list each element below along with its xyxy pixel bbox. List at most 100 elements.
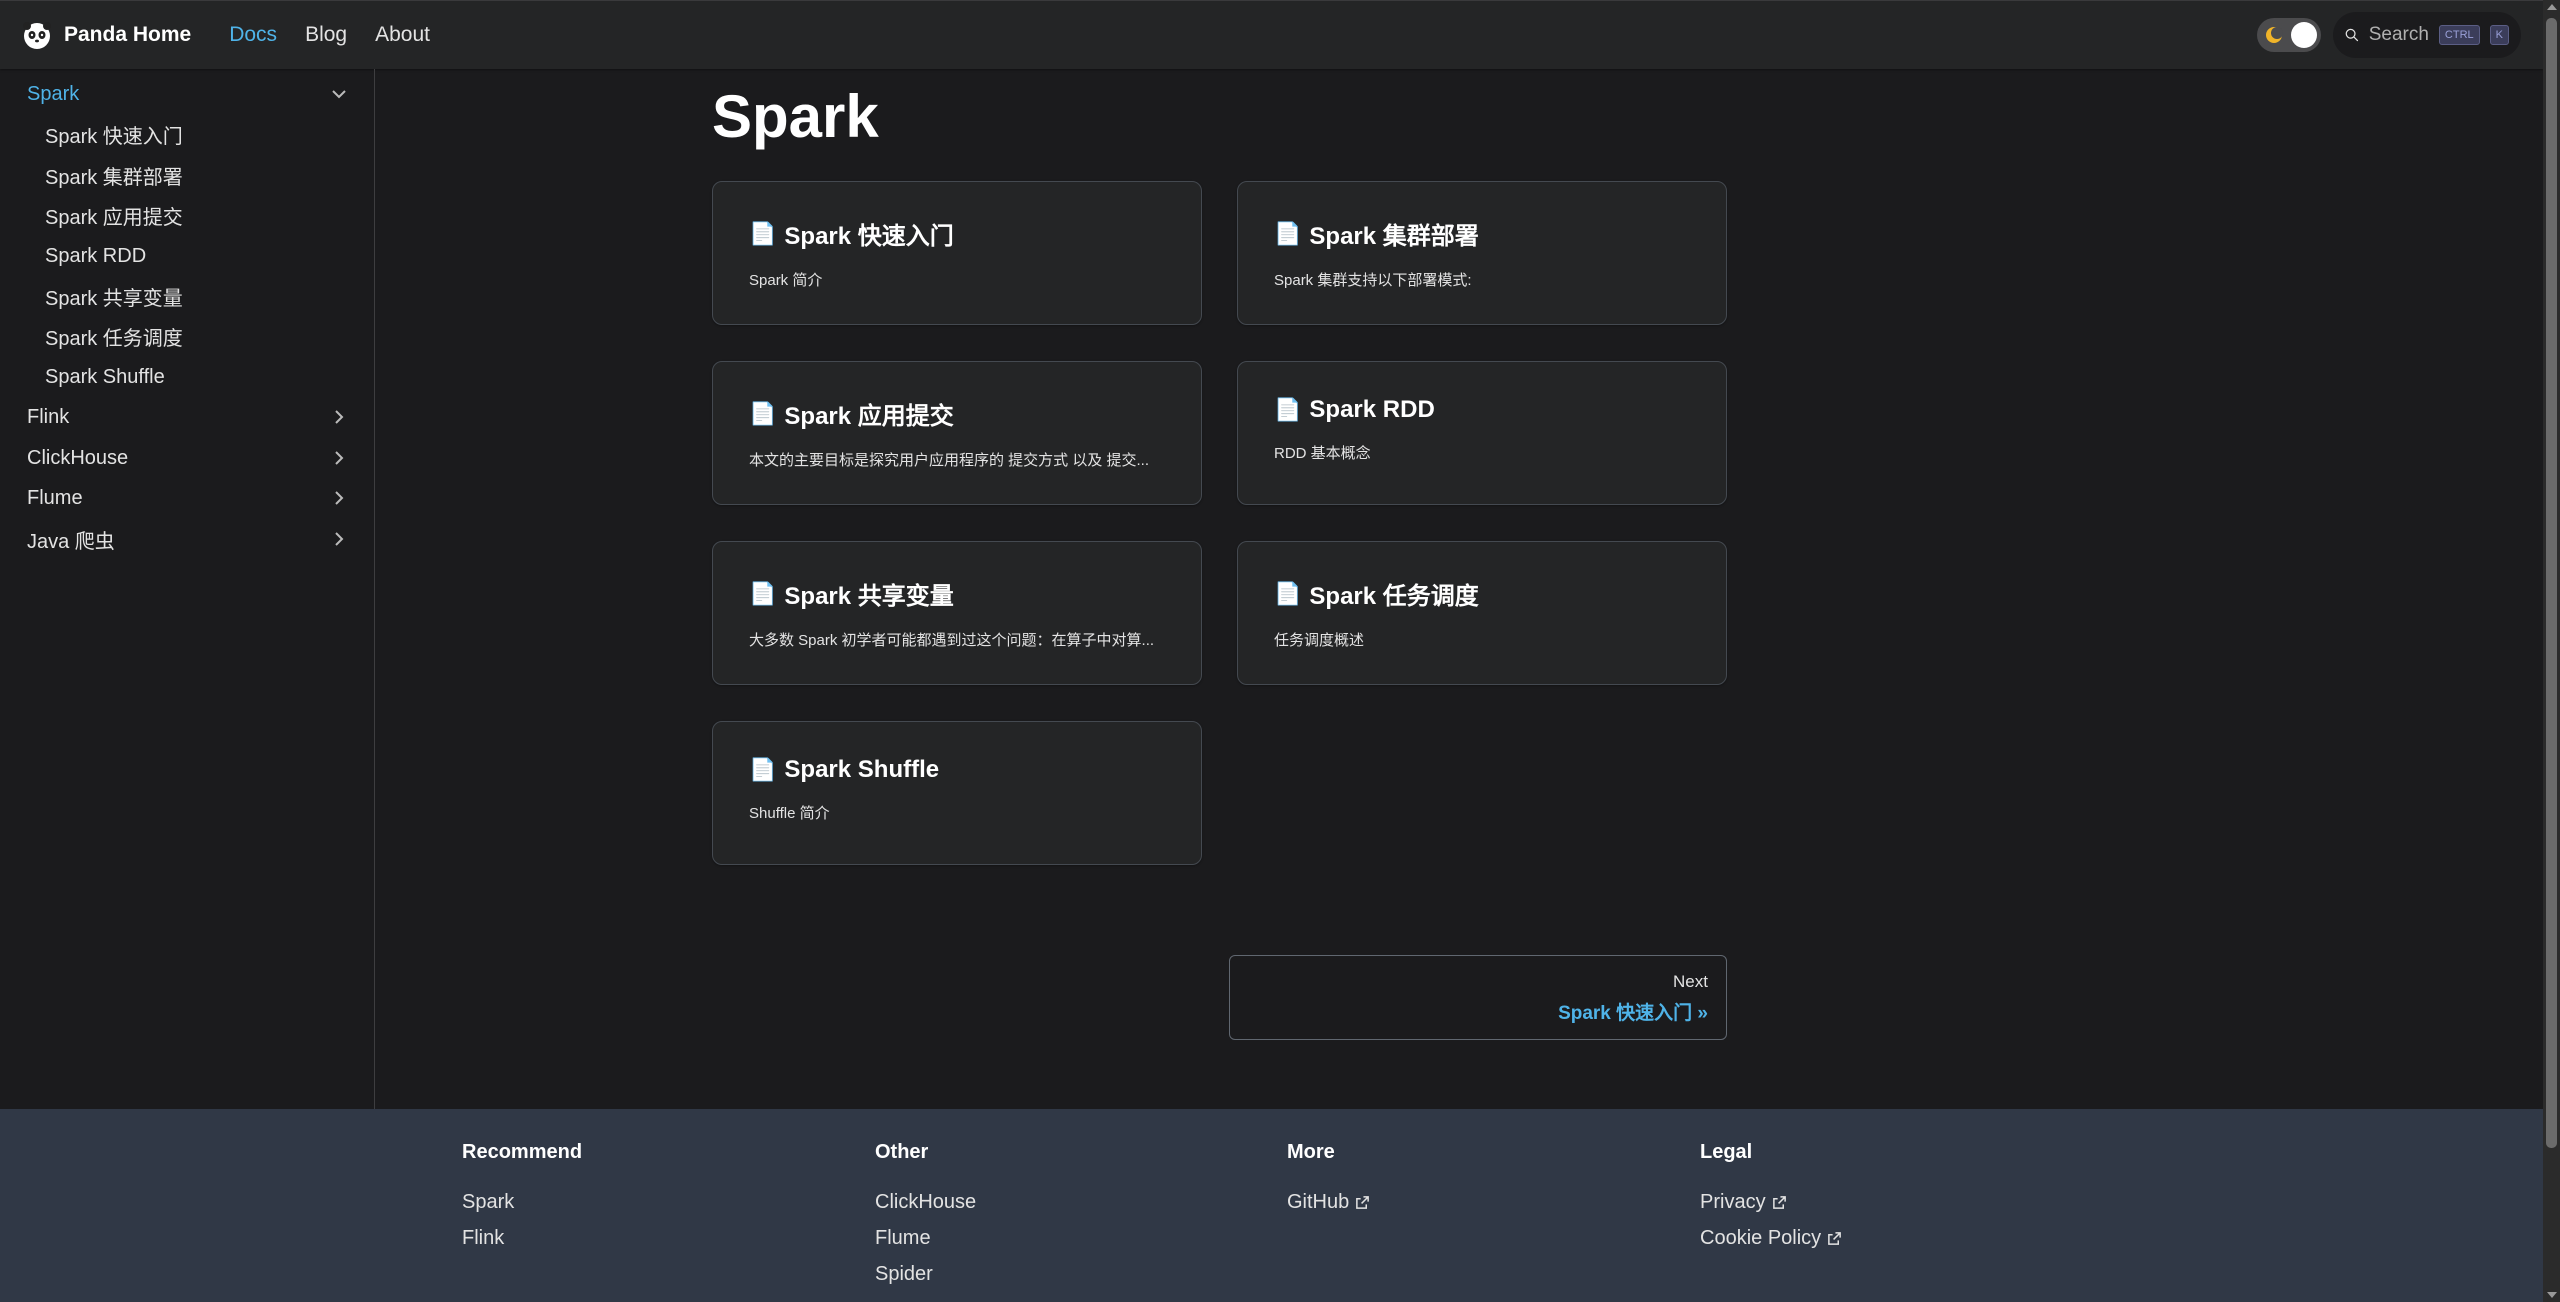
footer-link-spark[interactable]: Spark — [462, 1184, 582, 1220]
scrollbar-thumb[interactable] — [2546, 18, 2557, 1148]
sidebar-item-spark-shared-vars[interactable]: Spark 共享变量 — [45, 277, 367, 315]
toggle-knob — [2291, 22, 2317, 48]
card-title: 📄 Spark 应用提交 — [749, 396, 1165, 431]
document-icon: 📄 — [749, 580, 777, 606]
document-icon: 📄 — [1274, 397, 1302, 422]
document-icon: 📄 — [1274, 220, 1302, 246]
footer-column-recommend: Recommend Spark Flink — [462, 1141, 582, 1256]
search-button[interactable]: Search CTRL K — [2333, 12, 2521, 58]
sidebar-item-label: Spark 快速入门 — [45, 125, 183, 148]
doc-card-spark-submit[interactable]: 📄 Spark 应用提交 本文的主要目标是探究用户应用程序的 提交方式 以及 提交… — [712, 361, 1202, 505]
card-description: 大多数 Spark 初学者可能都遇到过这个问题：在算子中对算... — [749, 632, 1155, 649]
card-description: 本文的主要目标是探究用户应用程序的 提交方式 以及 提交... — [749, 452, 1150, 469]
chevron-down-icon[interactable] — [329, 84, 349, 104]
scroll-up-icon[interactable] — [2547, 4, 2557, 10]
sidebar-item-java-spider[interactable]: Java 爬虫 — [27, 520, 349, 558]
card-title-text: Spark 共享变量 — [784, 583, 954, 610]
document-icon: 📄 — [749, 400, 777, 426]
card-description: 任务调度概述 — [1274, 632, 1365, 649]
document-icon: 📄 — [1274, 580, 1302, 606]
sidebar-item-label: Spark 任务调度 — [45, 327, 183, 350]
footer-link-label: Cookie Policy — [1700, 1226, 1822, 1249]
card-description: Shuffle 简介 — [749, 805, 830, 822]
sidebar-item-label: Flume — [27, 486, 83, 509]
sidebar-item-label: Spark 共享变量 — [45, 287, 183, 310]
sidebar-item-clickhouse[interactable]: ClickHouse — [27, 439, 349, 477]
footer-link-flink[interactable]: Flink — [462, 1220, 582, 1256]
document-icon: 📄 — [749, 220, 777, 246]
doc-card-spark-shared-vars[interactable]: 📄 Spark 共享变量 大多数 Spark 初学者可能都遇到过这个问题：在算子中… — [712, 541, 1202, 685]
sidebar-item-spark-scheduling[interactable]: Spark 任务调度 — [45, 317, 367, 355]
sidebar-item-label: Spark 集群部署 — [45, 166, 183, 189]
chevron-right-icon[interactable] — [329, 488, 349, 508]
footer-link-clickhouse[interactable]: ClickHouse — [875, 1184, 976, 1220]
footer-link-label: Spider — [875, 1262, 933, 1285]
sidebar-item-label: Spark 应用提交 — [45, 206, 183, 229]
external-link-icon — [1356, 1195, 1370, 1209]
sidebar-item-spark-shuffle[interactable]: Spark Shuffle — [45, 358, 367, 396]
nav-blog-link[interactable]: Blog — [305, 23, 347, 47]
footer-link-github[interactable]: GitHub — [1287, 1184, 1370, 1220]
sidebar-item-spark-quickstart[interactable]: Spark 快速入门 — [45, 115, 367, 153]
chevron-right-icon[interactable] — [329, 407, 349, 427]
doc-card-spark-scheduling[interactable]: 📄 Spark 任务调度 任务调度概述 — [1237, 541, 1727, 685]
footer-link-cookie-policy[interactable]: Cookie Policy — [1700, 1220, 1842, 1256]
docs-sidebar: Spark Spark 快速入门 Spark 集群部署 Spark 应用提交 S… — [0, 69, 375, 1109]
sidebar-item-spark-rdd[interactable]: Spark RDD — [45, 237, 367, 275]
sidebar-item-spark-submit[interactable]: Spark 应用提交 — [45, 196, 367, 234]
card-title: 📄 Spark 任务调度 — [1274, 576, 1690, 611]
card-description: RDD 基本概念 — [1274, 445, 1371, 462]
top-navbar: Panda Home Docs Blog About Search CTRL K — [0, 0, 2543, 69]
moon-icon — [2266, 27, 2283, 43]
page-title: Spark — [712, 83, 879, 150]
sidebar-item-spark-cluster[interactable]: Spark 集群部署 — [45, 156, 367, 194]
footer-link-spider[interactable]: Spider — [875, 1256, 976, 1292]
card-title-text: Spark 任务调度 — [1309, 583, 1479, 610]
sidebar-item-flume[interactable]: Flume — [27, 479, 349, 517]
chevron-right-icon[interactable] — [329, 448, 349, 468]
pager-sublabel: Next — [1673, 972, 1708, 991]
external-link-icon — [1828, 1231, 1842, 1245]
footer-link-flume[interactable]: Flume — [875, 1220, 976, 1256]
doc-card-spark-rdd[interactable]: 📄 Spark RDD RDD 基本概念 — [1237, 361, 1727, 505]
footer-column-title: Recommend — [462, 1141, 583, 1163]
sidebar-item-spark[interactable]: Spark — [27, 75, 349, 113]
footer-link-label: Flume — [875, 1226, 931, 1249]
doc-card-spark-shuffle[interactable]: 📄 Spark Shuffle Shuffle 简介 — [712, 721, 1202, 865]
brand-link[interactable]: Panda Home — [22, 20, 191, 50]
search-label: Search — [2368, 24, 2429, 45]
search-icon — [2345, 28, 2359, 42]
footer-column-title: Legal — [1700, 1141, 1753, 1163]
nav-about-link[interactable]: About — [375, 23, 430, 47]
card-title: 📄 Spark 快速入门 — [749, 216, 1165, 251]
footer-link-label: Spark — [462, 1190, 515, 1213]
footer-column-title: Other — [875, 1141, 929, 1163]
card-title-text: Spark RDD — [1309, 396, 1435, 423]
brand-title: Panda Home — [64, 23, 192, 46]
footer-column-more: More GitHub — [1287, 1141, 1370, 1220]
sidebar-item-label: Flink — [27, 405, 70, 428]
footer-link-privacy[interactable]: Privacy — [1700, 1184, 1842, 1220]
card-title: 📄 Spark Shuffle — [749, 756, 1165, 784]
theme-toggle[interactable] — [2257, 18, 2321, 52]
footer-column-legal: Legal Privacy Cookie Policy — [1700, 1141, 1842, 1256]
doc-card-spark-quickstart[interactable]: 📄 Spark 快速入门 Spark 简介 — [712, 181, 1202, 325]
page-scrollbar[interactable] — [2543, 0, 2560, 1302]
card-title-text: Spark Shuffle — [784, 756, 940, 783]
sidebar-item-label: Spark Shuffle — [45, 365, 165, 388]
site-footer: Recommend Spark Flink Other ClickHouse F… — [0, 1109, 2543, 1302]
card-description: Spark 集群支持以下部署模式: — [1274, 272, 1472, 289]
card-title: 📄 Spark 集群部署 — [1274, 216, 1690, 251]
scroll-down-icon[interactable] — [2547, 1292, 2557, 1298]
chevron-right-icon[interactable] — [329, 529, 349, 549]
next-page-link[interactable]: Next Spark 快速入门 » — [1229, 955, 1727, 1040]
nav-docs-link[interactable]: Docs — [229, 23, 277, 47]
footer-link-label: GitHub — [1287, 1190, 1350, 1213]
card-title-text: Spark 快速入门 — [784, 223, 954, 250]
doc-card-spark-cluster[interactable]: 📄 Spark 集群部署 Spark 集群支持以下部署模式: — [1237, 181, 1727, 325]
pager-label: Spark 快速入门 » — [1558, 1003, 1708, 1024]
sidebar-item-label: Java 爬虫 — [27, 530, 115, 553]
card-title: 📄 Spark RDD — [1274, 396, 1690, 424]
sidebar-item-flink[interactable]: Flink — [27, 398, 349, 436]
card-description: Spark 简介 — [749, 272, 823, 289]
